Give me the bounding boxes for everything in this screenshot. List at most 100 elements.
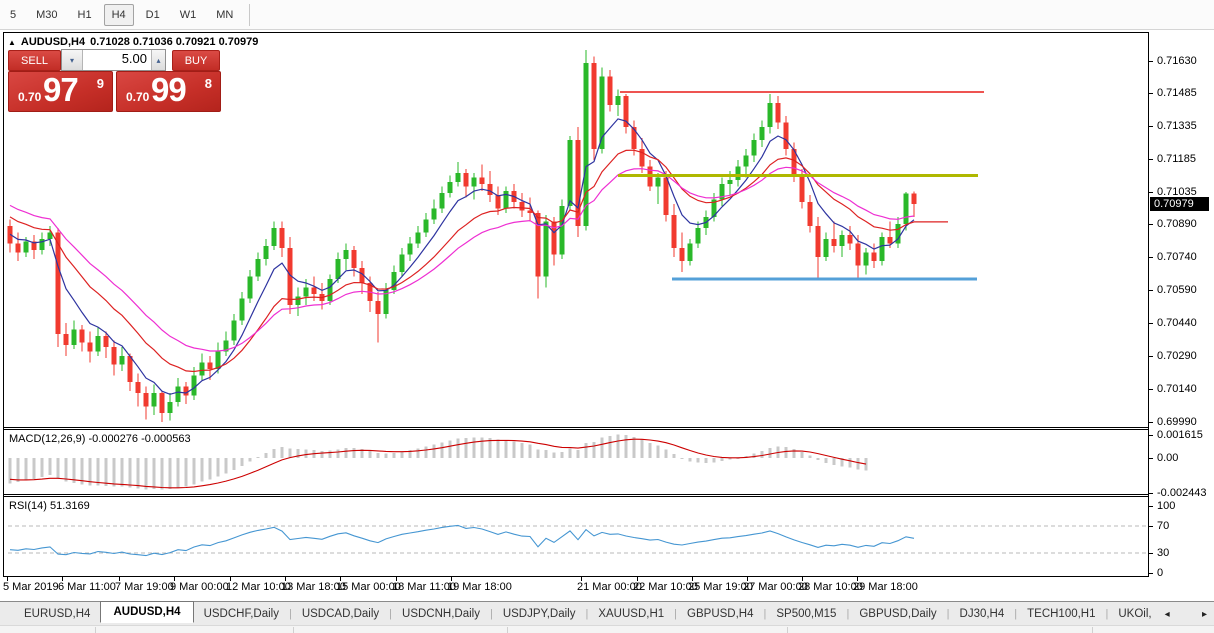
volume-input[interactable]: 5.00: [83, 50, 151, 70]
candle-body: [472, 178, 477, 187]
macd-histogram-bar: [377, 453, 380, 458]
volume-decrease-button[interactable]: ▾: [62, 50, 83, 70]
price-axis-tick: [1149, 290, 1153, 291]
timeframe-button-d1[interactable]: D1: [138, 4, 168, 26]
candle-body: [96, 336, 101, 351]
rsi-chart[interactable]: [4, 497, 1148, 576]
tab-usdcad-daily[interactable]: USDCAD,Daily: [292, 605, 389, 623]
tab-eurusd-h4[interactable]: EURUSD,H4: [14, 605, 100, 623]
timeframe-button-h1[interactable]: H1: [70, 4, 100, 26]
candle-body: [488, 184, 493, 195]
timeframe-button-5[interactable]: 5: [2, 4, 24, 26]
tab-usdcnh-daily[interactable]: USDCNH,Daily: [392, 605, 490, 623]
buy-price-display[interactable]: 0.70 99 8: [116, 71, 221, 112]
candle-body: [152, 393, 157, 406]
macd-histogram-bar: [225, 458, 228, 474]
candle-body: [536, 213, 541, 277]
candle-body: [576, 140, 581, 226]
candle-body: [464, 173, 469, 186]
macd-histogram-bar: [257, 457, 260, 458]
tab-audusd-h4[interactable]: AUDUSD,H4: [100, 601, 193, 623]
candle-body: [880, 237, 885, 261]
status-strip-tick: [293, 627, 294, 633]
macd-histogram-bar: [201, 458, 204, 482]
macd-histogram-bar: [641, 440, 644, 458]
candle-body: [264, 246, 269, 259]
chevron-down-icon: ▾: [70, 56, 74, 65]
tab-tech100-h1[interactable]: TECH100,H1: [1017, 605, 1105, 623]
tab-gbpusd-daily[interactable]: GBPUSD,Daily: [849, 605, 946, 623]
moving-average-fast: [10, 119, 914, 394]
sell-price-display[interactable]: 0.70 97 9: [8, 71, 113, 112]
macd-axis-label: 0.00: [1157, 452, 1178, 464]
time-axis-label: 7 Mar 19:00: [115, 581, 174, 593]
buy-button[interactable]: BUY: [172, 50, 220, 71]
tabs-scroll-right-icon[interactable]: ▸: [1199, 609, 1210, 620]
rsi-axis-tick: [1149, 526, 1153, 527]
macd-histogram-bar: [529, 445, 532, 458]
tab-sp500-m15[interactable]: SP500,M15: [766, 605, 846, 623]
candle-body: [248, 277, 253, 299]
macd-histogram-bar: [241, 458, 244, 466]
tab-gbpusd-h4[interactable]: GBPUSD,H4: [677, 605, 763, 623]
time-axis[interactable]: 5 Mar 20196 Mar 11:007 Mar 19:009 Mar 00…: [0, 577, 1148, 600]
macd-histogram-bar: [17, 458, 20, 482]
candle-body: [104, 336, 109, 347]
timeframe-button-w1[interactable]: W1: [172, 4, 205, 26]
macd-histogram-bar: [153, 458, 156, 489]
candle-body: [816, 226, 821, 257]
tab-xauusd-h1[interactable]: XAUUSD,H1: [588, 605, 674, 623]
price-axis-tick: [1149, 126, 1153, 127]
price-axis-label: 0.70140: [1157, 383, 1197, 395]
macd-axis-tick: [1149, 435, 1153, 436]
tab-usdjpy-daily[interactable]: USDJPY,Daily: [493, 605, 586, 623]
timeframe-button-m30[interactable]: M30: [28, 4, 65, 26]
candle-body: [480, 178, 485, 185]
price-axis[interactable]: 0.716300.714850.713350.711850.710350.708…: [1149, 32, 1214, 577]
price-axis-label: 0.71335: [1157, 120, 1197, 132]
candle-body: [144, 393, 149, 406]
candle-body: [456, 173, 461, 182]
symbol-marker-icon: ▲: [8, 38, 16, 47]
price-axis-label: 0.71185: [1157, 153, 1196, 165]
tab-usdchf-daily[interactable]: USDCHF,Daily: [194, 605, 289, 623]
candle-body: [656, 178, 661, 187]
macd-histogram-bar: [265, 453, 268, 458]
macd-histogram-bar: [385, 453, 388, 458]
macd-histogram-bar: [809, 456, 812, 458]
status-strip-tick: [95, 627, 96, 633]
volume-increase-button[interactable]: ▴: [151, 50, 165, 70]
macd-pane-bottom-border: [3, 494, 1148, 495]
candle-body: [352, 250, 357, 268]
candle-body: [856, 244, 861, 266]
macd-histogram-bar: [497, 440, 500, 458]
macd-histogram-bar: [825, 458, 828, 463]
candle-body: [24, 241, 29, 252]
candle-body: [728, 180, 733, 184]
candle-body: [504, 191, 509, 209]
macd-histogram-bar: [289, 448, 292, 458]
tab-dj30-h4[interactable]: DJ30,H4: [950, 605, 1015, 623]
macd-histogram-bar: [713, 458, 716, 462]
macd-histogram-bar: [817, 458, 820, 460]
candle-body: [912, 193, 917, 204]
candle-body: [888, 237, 893, 244]
macd-histogram-bar: [401, 452, 404, 458]
rsi-axis-tick: [1149, 506, 1153, 507]
sell-price-big-digits: 97: [43, 71, 78, 109]
candle-body: [184, 387, 189, 396]
candle-body: [592, 63, 597, 149]
candle-body: [768, 103, 773, 127]
timeframe-button-h4[interactable]: H4: [104, 4, 134, 26]
tabs-scroll-left-icon[interactable]: ◂: [1162, 609, 1173, 620]
macd-histogram-bar: [585, 443, 588, 458]
candle-body: [240, 299, 245, 321]
price-axis-label: 0.71485: [1157, 87, 1197, 99]
timeframe-button-mn[interactable]: MN: [208, 4, 241, 26]
tab-ukoil-[interactable]: UKOil,: [1108, 605, 1161, 623]
rsi-value: 51.3169: [50, 500, 90, 512]
macd-histogram-bar: [625, 435, 628, 458]
macd-histogram-bar: [433, 445, 436, 458]
macd-histogram-bar: [441, 443, 444, 459]
sell-button[interactable]: SELL: [8, 50, 61, 71]
